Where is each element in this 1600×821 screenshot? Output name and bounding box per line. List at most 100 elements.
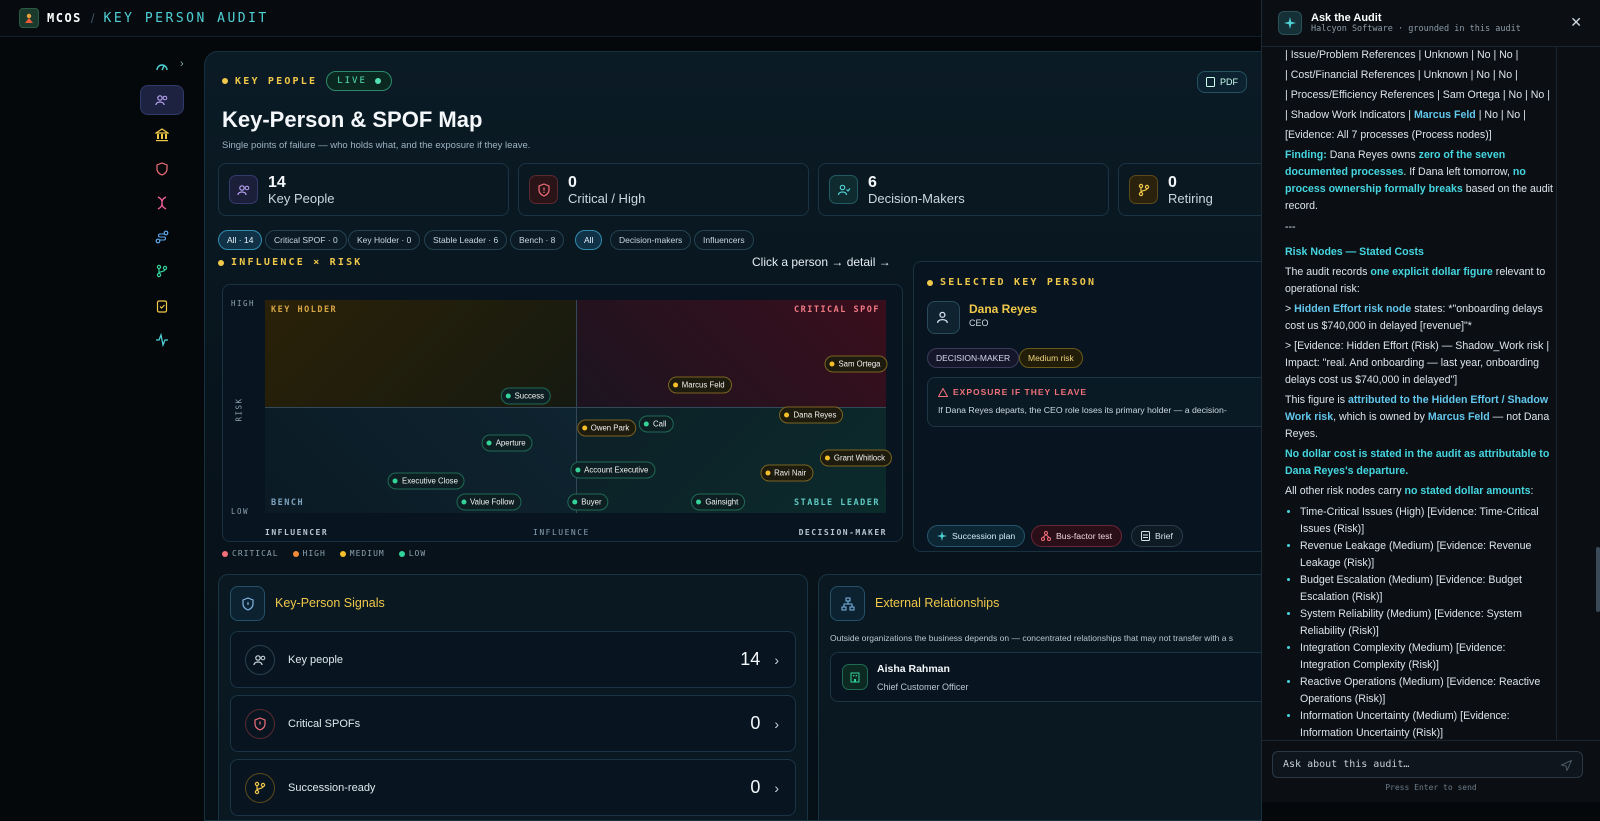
branch-icon <box>245 772 275 803</box>
stat-value: 14 <box>268 173 286 191</box>
filter-influencers[interactable]: Influencers <box>694 230 754 250</box>
stat-label: Critical / High <box>568 190 646 206</box>
user-check-icon <box>829 175 858 204</box>
external-relationships-panel: External Relationships Outside organizat… <box>818 574 1261 820</box>
logo-icon[interactable] <box>19 8 39 28</box>
ai-line: This figure is attributed to the Hidden … <box>1285 394 1550 440</box>
stat-card-critical-high[interactable]: 0 Critical / High <box>518 163 809 216</box>
clipboard-check-icon[interactable] <box>140 291 184 321</box>
branch-icon <box>1129 175 1158 204</box>
ai-line: | Shadow Work Indicators | Marcus Feld |… <box>1285 109 1526 121</box>
shield-icon <box>230 586 265 621</box>
contact-card[interactable]: Aisha Rahman Chief Customer Officer <box>830 652 1261 702</box>
chart-point[interactable]: Success <box>500 387 552 405</box>
stat-card-decision-makers[interactable]: 6 Decision-Makers <box>818 163 1109 216</box>
chart-point[interactable]: Executive Close <box>388 472 465 490</box>
quadrant-label: BENCH <box>271 498 305 508</box>
breadcrumb-separator: / <box>90 10 95 26</box>
dna-icon[interactable] <box>140 188 184 218</box>
pdf-button[interactable]: PDF <box>1197 71 1247 93</box>
succession-plan-button[interactable]: Succession plan <box>927 525 1026 547</box>
chevron-right-icon: › <box>774 779 779 796</box>
stat-value: 0 <box>568 173 577 191</box>
scrollbar-thumb[interactable] <box>1596 547 1600 612</box>
point-label: Buyer <box>581 497 602 507</box>
point-label: Ravi Nair <box>774 468 807 478</box>
chart-point[interactable]: Gainsight <box>691 493 746 511</box>
exposure-title: EXPOSURE IF THEY LEAVE <box>953 387 1088 397</box>
x-axis-label: INFLUENCE <box>533 528 590 537</box>
risk-list: Time-Critical Issues (High) [Evidence: T… <box>1285 504 1557 740</box>
chart-point[interactable]: Grant Whitlock <box>819 449 893 467</box>
building-icon <box>842 664 868 690</box>
stat-card-retiring[interactable]: 0 Retiring <box>1118 163 1261 216</box>
chart-point[interactable]: Call <box>639 415 674 433</box>
ai-line: No dollar cost is stated in the audit as… <box>1285 448 1550 477</box>
nav-key-people[interactable] <box>140 85 184 115</box>
chart-point[interactable]: Ravi Nair <box>760 464 814 482</box>
ai-separator: --- <box>1285 221 1296 233</box>
badge-risk-level: Medium risk <box>1019 348 1083 368</box>
chart-point[interactable]: Dana Reyes <box>779 406 844 424</box>
key-person-signals-panel: Key-Person Signals Key people 14 › Critica… <box>218 574 808 820</box>
nav-rail: › <box>0 37 205 802</box>
live-badge[interactable]: LIVE <box>326 71 392 91</box>
chart-point[interactable]: Sam Ortega <box>824 355 888 373</box>
chart-point[interactable]: Aperture <box>481 434 533 452</box>
stat-label: Decision-Makers <box>868 190 965 206</box>
point-label: Dana Reyes <box>793 410 837 420</box>
top-bar: MCOS / KEY PERSON AUDIT <box>0 0 1262 37</box>
signal-row-succession-ready[interactable]: Succession-ready 0 › <box>230 759 796 816</box>
stat-card-key-people[interactable]: 14 Key People <box>218 163 509 216</box>
bus-factor-test-button[interactable]: Bus-factor test <box>1031 525 1123 547</box>
signals-title: Key-Person Signals <box>275 596 385 610</box>
chart-point[interactable]: Buyer <box>567 493 609 511</box>
activity-icon[interactable] <box>140 325 184 355</box>
filter-all[interactable]: All · 14 <box>218 230 263 250</box>
shield-icon[interactable] <box>140 154 184 184</box>
legend-medium: MEDIUM <box>339 549 385 558</box>
sitemap-icon <box>830 586 865 621</box>
filter-role-all[interactable]: All <box>575 230 603 250</box>
divider <box>1262 740 1600 741</box>
ai-quote: > Hidden Effort risk node states: *"onbo… <box>1285 303 1543 332</box>
warning-icon <box>938 387 948 397</box>
chart-point[interactable]: Account Executive <box>570 461 656 479</box>
close-icon[interactable]: ✕ <box>1570 14 1582 31</box>
external-title: External Relationships <box>875 596 1000 610</box>
main-panel: KEY PEOPLE LIVE PDF Key-Person & SPOF Ma… <box>204 51 1262 821</box>
legend-low: LOW <box>398 549 426 558</box>
bank-icon[interactable] <box>140 120 184 150</box>
quadrant-bench <box>265 407 576 513</box>
point-dot-icon <box>784 412 790 418</box>
filter-bench[interactable]: Bench · 8 <box>510 230 565 250</box>
quadrant-label: KEY HOLDER <box>271 305 338 315</box>
chart-point[interactable]: Value Follow <box>456 493 522 511</box>
shield-alert-icon <box>529 175 558 204</box>
filter-critical-spof[interactable]: Critical SPOF · 0 <box>265 230 347 250</box>
git-branch-icon[interactable] <box>140 256 184 286</box>
ai-finding: Finding: Dana Reyes owns zero of the sev… <box>1285 149 1553 212</box>
quadrant-label: STABLE LEADER <box>793 498 880 508</box>
route-icon[interactable] <box>140 222 184 252</box>
signal-row-critical-spofs[interactable]: Critical SPOFs 0 › <box>230 695 796 752</box>
signal-row-key-people[interactable]: Key people 14 › <box>230 631 796 688</box>
point-label: Account Executive <box>584 465 649 475</box>
filter-stable-leader[interactable]: Stable Leader · 6 <box>424 230 508 250</box>
chart-point[interactable]: Owen Park <box>576 419 637 437</box>
expand-chevron-icon[interactable]: › <box>180 58 184 70</box>
point-dot-icon <box>505 393 511 399</box>
influence-risk-chart: HIGH LOW RISK KEY HOLDER CRITICAL SPOF B… <box>222 284 903 542</box>
send-icon[interactable] <box>1561 760 1572 771</box>
ask-input[interactable]: Ask about this audit… <box>1272 751 1583 778</box>
filter-key-holder[interactable]: Key Holder · 0 <box>348 230 421 250</box>
filter-decision-makers[interactable]: Decision-makers <box>610 230 692 250</box>
list-item: Integration Complexity (Medium) [Evidenc… <box>1300 640 1557 674</box>
chart-point[interactable]: Marcus Feld <box>667 376 732 394</box>
chart-legend: CRITICAL HIGH MEDIUM LOW <box>222 549 426 558</box>
dashboard-icon[interactable] <box>140 52 184 82</box>
ai-conversation: | Issue/Problem References | Unknown | N… <box>1285 47 1557 740</box>
selected-role: CEO <box>969 318 989 328</box>
brief-button[interactable]: Brief <box>1131 525 1183 547</box>
point-label: Sam Ortega <box>838 359 881 369</box>
